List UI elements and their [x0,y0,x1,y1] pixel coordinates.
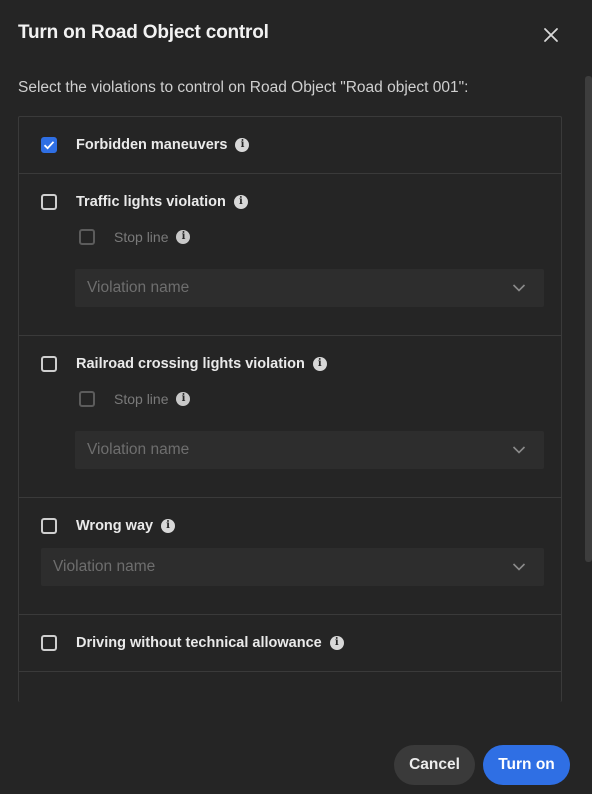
info-icon[interactable]: i [233,195,248,209]
violation-item-next [19,672,561,702]
wrong-way-checkbox[interactable] [41,518,57,534]
info-icon[interactable]: i [176,392,191,406]
info-icon[interactable]: i [235,138,250,152]
cancel-button[interactable]: Cancel [394,745,475,785]
dialog-title: Turn on Road Object control [18,22,269,43]
wrong-way-violation-select[interactable]: Violation name [41,548,544,586]
railroad-crossing-label: Railroad crossing lights violation [76,356,305,372]
scrollbar-thumb[interactable] [585,76,592,562]
railroad-stop-line-checkbox[interactable] [79,391,95,407]
technical-allowance-checkbox[interactable] [41,635,57,651]
forbidden-maneuvers-label: Forbidden maneuvers [76,137,228,153]
turn-on-button[interactable]: Turn on [483,745,570,785]
traffic-lights-stop-line-label: Stop line [114,229,169,245]
checkmark-icon [43,141,55,150]
violation-item-forbidden-maneuvers: Forbidden maneuvers i [19,117,561,174]
info-icon[interactable]: i [329,636,344,650]
close-icon [544,28,558,42]
railroad-stop-line-label: Stop line [114,391,169,407]
technical-allowance-label: Driving without technical allowance [76,635,322,651]
close-button[interactable] [538,22,564,48]
chevron-down-icon [512,446,526,454]
violation-row-technical-allowance[interactable]: Driving without technical allowance i [19,615,561,671]
dialog-subtitle: Select the violations to control on Road… [18,79,469,96]
violation-item-wrong-way: Wrong way i Violation name [19,498,561,615]
violation-row-wrong-way[interactable]: Wrong way i [19,498,561,554]
forbidden-maneuvers-checkbox[interactable] [41,137,57,153]
violation-item-technical-allowance: Driving without technical allowance i [19,615,561,672]
traffic-lights-violation-select[interactable]: Violation name [75,269,544,307]
info-icon[interactable]: i [312,357,327,371]
dialog: Turn on Road Object control Select the v… [0,0,592,794]
traffic-lights-stop-line-row: Stop line i [19,222,561,252]
chevron-down-icon [512,563,526,571]
select-placeholder: Violation name [87,441,190,458]
chevron-down-icon [512,284,526,292]
traffic-lights-checkbox[interactable] [41,194,57,210]
info-icon[interactable]: i [176,230,191,244]
traffic-lights-label: Traffic lights violation [76,194,226,210]
violation-item-traffic-lights: Traffic lights violation i Stop line i V… [19,174,561,336]
violation-row-forbidden-maneuvers[interactable]: Forbidden maneuvers i [19,117,561,173]
select-placeholder: Violation name [87,279,190,296]
railroad-crossing-checkbox[interactable] [41,356,57,372]
traffic-lights-stop-line-checkbox[interactable] [79,229,95,245]
railroad-stop-line-row: Stop line i [19,384,561,414]
info-icon[interactable]: i [161,519,176,533]
railroad-violation-select[interactable]: Violation name [75,431,544,469]
violation-item-railroad-crossing: Railroad crossing lights violation i Sto… [19,336,561,498]
select-placeholder: Violation name [53,558,156,575]
violations-list: Forbidden maneuvers i Traffic lights vio… [18,116,562,702]
wrong-way-label: Wrong way [76,518,154,534]
violations-scroll-area[interactable]: Forbidden maneuvers i Traffic lights vio… [18,116,562,720]
